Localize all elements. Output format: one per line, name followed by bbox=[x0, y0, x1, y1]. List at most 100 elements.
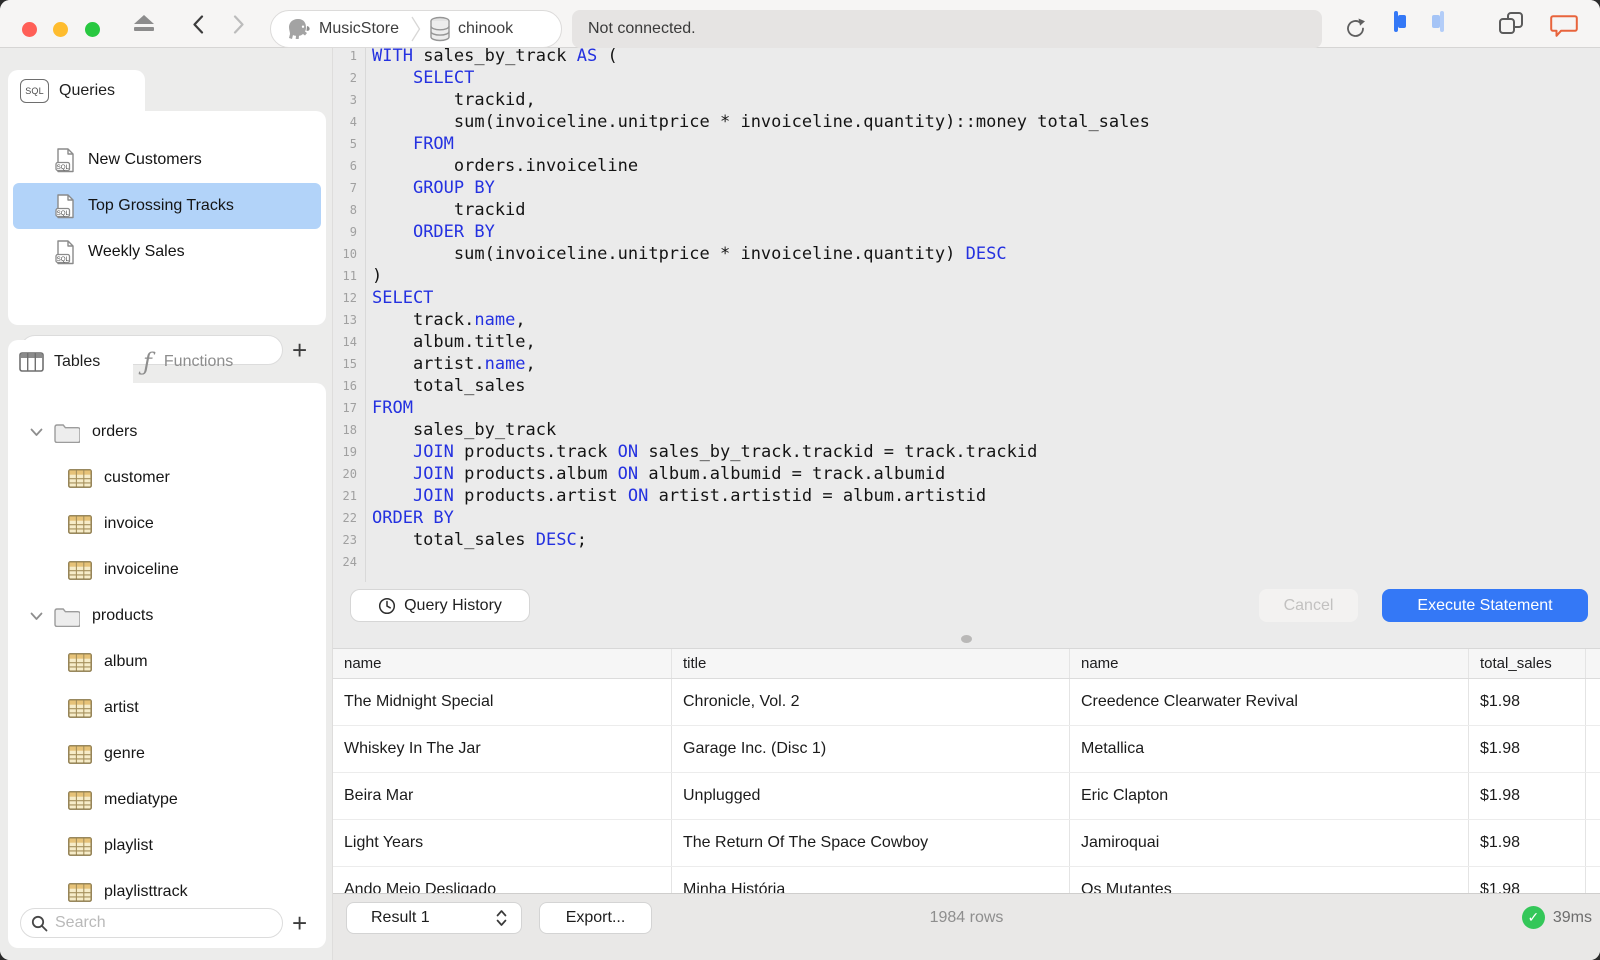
code-line: SELECT bbox=[372, 288, 434, 308]
tab-queries[interactable]: SQL Queries bbox=[8, 70, 145, 111]
success-check-icon: ✓ bbox=[1521, 906, 1545, 929]
execute-label: Execute Statement bbox=[1417, 596, 1553, 614]
table-cell[interactable]: $1.98 bbox=[1468, 867, 1585, 893]
add-table-button[interactable]: + bbox=[292, 910, 307, 936]
tree-table-item[interactable]: customer bbox=[8, 455, 326, 501]
line-number: 18 bbox=[342, 423, 357, 437]
toggle-left-sidebar-icon[interactable] bbox=[1394, 11, 1406, 32]
cancel-button[interactable]: Cancel bbox=[1259, 589, 1358, 622]
tree-table-item[interactable]: invoiceline bbox=[8, 547, 326, 593]
expand-chevron[interactable] bbox=[30, 612, 43, 621]
zoom-window-button[interactable] bbox=[85, 22, 100, 37]
query-item[interactable]: SQL Weekly Sales bbox=[13, 229, 321, 275]
sql-file-icon: SQL bbox=[55, 193, 74, 218]
cancel-label: Cancel bbox=[1283, 596, 1334, 614]
tree-table-item[interactable]: album bbox=[8, 639, 326, 685]
feedback-chat-icon[interactable] bbox=[1550, 15, 1578, 37]
code-line: total_sales bbox=[372, 376, 526, 396]
line-number: 23 bbox=[342, 533, 357, 547]
table-cell[interactable]: Creedence Clearwater Revival bbox=[1069, 679, 1468, 725]
table-cell[interactable]: Metallica bbox=[1069, 726, 1468, 772]
code-line: FROM bbox=[412, 134, 454, 154]
editor-results-splitter[interactable] bbox=[333, 630, 1600, 648]
query-history-button[interactable]: Query History bbox=[350, 589, 530, 622]
breadcrumb-connection-label[interactable]: MusicStore bbox=[319, 20, 399, 38]
table-cell[interactable]: Beira Mar bbox=[333, 773, 671, 819]
toggle-right-sidebar-icon[interactable] bbox=[1432, 11, 1444, 32]
minimize-window-button[interactable] bbox=[53, 22, 68, 37]
line-number: 14 bbox=[342, 335, 357, 349]
table-cell[interactable] bbox=[1585, 773, 1600, 819]
tree-item-label: invoice bbox=[104, 515, 154, 532]
forward-button[interactable] bbox=[233, 15, 245, 34]
column-header[interactable]: name bbox=[1069, 649, 1468, 678]
eject-icon[interactable] bbox=[134, 15, 156, 33]
table-cell[interactable]: Chronicle, Vol. 2 bbox=[671, 679, 1069, 725]
table-cell[interactable]: Os Mutantes bbox=[1069, 867, 1468, 893]
tables-search-field[interactable] bbox=[20, 908, 283, 938]
back-button[interactable] bbox=[192, 15, 204, 34]
table-row[interactable]: Whiskey In The Jar Garage Inc. (Disc 1) Me… bbox=[333, 726, 1600, 773]
table-cell[interactable] bbox=[1585, 726, 1600, 772]
column-header[interactable]: title bbox=[671, 649, 1069, 678]
add-query-button[interactable]: + bbox=[292, 337, 307, 363]
table-cell[interactable] bbox=[1585, 820, 1600, 866]
tree-table-item[interactable]: mediatype bbox=[8, 777, 326, 823]
column-header[interactable] bbox=[1585, 649, 1600, 678]
table-cell[interactable]: Minha História bbox=[671, 867, 1069, 893]
refresh-icon[interactable] bbox=[1344, 17, 1367, 40]
breadcrumb-database-label[interactable]: chinook bbox=[458, 20, 513, 38]
table-cell[interactable]: The Return Of The Space Cowboy bbox=[671, 820, 1069, 866]
tree-table-item[interactable]: genre bbox=[8, 731, 326, 777]
sql-editor[interactable]: WITH sales_by_track AS ( SELECT trackid,… bbox=[372, 45, 1150, 573]
line-number: 19 bbox=[342, 445, 357, 459]
column-header[interactable]: name bbox=[333, 649, 671, 678]
table-cell[interactable]: $1.98 bbox=[1468, 820, 1585, 866]
tree-table-item[interactable]: artist bbox=[8, 685, 326, 731]
table-cell[interactable]: $1.98 bbox=[1468, 679, 1585, 725]
tree-table-item[interactable]: invoice bbox=[8, 501, 326, 547]
table-cell[interactable]: $1.98 bbox=[1468, 726, 1585, 772]
table-row[interactable]: Light Years The Return Of The Space Cowbo… bbox=[333, 820, 1600, 867]
query-item[interactable]: SQL Top Grossing Tracks bbox=[13, 183, 321, 229]
table-icon bbox=[68, 514, 92, 534]
line-number: 7 bbox=[349, 181, 357, 195]
tab-functions[interactable]: ƒ Functions bbox=[143, 340, 233, 383]
tree-table-item[interactable]: playlist bbox=[8, 823, 326, 869]
column-header[interactable]: total_sales bbox=[1468, 649, 1585, 678]
tables-search-input[interactable] bbox=[55, 914, 255, 932]
query-item-label: Weekly Sales bbox=[88, 243, 185, 260]
expand-chevron[interactable] bbox=[30, 428, 43, 437]
execute-statement-button[interactable]: Execute Statement bbox=[1382, 589, 1588, 622]
svg-text:SQL: SQL bbox=[57, 255, 70, 262]
folder-icon bbox=[54, 423, 80, 443]
table-cell[interactable]: Ando Meio Desligado bbox=[333, 867, 671, 893]
tree-schema-item[interactable]: orders bbox=[8, 409, 326, 455]
table-row[interactable]: Beira Mar Unplugged Eric Clapton $1.98 bbox=[333, 773, 1600, 820]
table-cell[interactable]: Jamiroquai bbox=[1069, 820, 1468, 866]
tree-schema-item[interactable]: products bbox=[8, 593, 326, 639]
tree-item-label: playlisttrack bbox=[104, 883, 188, 900]
query-item-label: New Customers bbox=[88, 151, 202, 168]
table-cell[interactable]: $1.98 bbox=[1468, 773, 1585, 819]
table-row[interactable]: Ando Meio Desligado Minha História Os Muta… bbox=[333, 867, 1600, 893]
query-item[interactable]: SQL New Customers bbox=[13, 137, 321, 183]
table-cell[interactable]: Light Years bbox=[333, 820, 671, 866]
tree-item-label: customer bbox=[104, 469, 170, 486]
table-cell[interactable] bbox=[1585, 867, 1600, 893]
table-cell[interactable]: Garage Inc. (Disc 1) bbox=[671, 726, 1069, 772]
table-cell[interactable]: Unplugged bbox=[671, 773, 1069, 819]
splitter-handle[interactable] bbox=[961, 635, 972, 643]
clock-icon bbox=[378, 597, 396, 615]
table-cell[interactable] bbox=[1585, 679, 1600, 725]
table-row[interactable]: The Midnight Special Chronicle, Vol. 2 Cre… bbox=[333, 679, 1600, 726]
close-window-button[interactable] bbox=[22, 22, 37, 37]
table-cell[interactable]: Whiskey In The Jar bbox=[333, 726, 671, 772]
tab-queries-label: Queries bbox=[59, 81, 116, 99]
code-line: FROM bbox=[372, 398, 413, 418]
table-cell[interactable]: The Midnight Special bbox=[333, 679, 671, 725]
folder-icon bbox=[54, 607, 80, 627]
tab-tables[interactable]: Tables bbox=[8, 340, 133, 383]
line-number: 15 bbox=[342, 357, 357, 371]
table-cell[interactable]: Eric Clapton bbox=[1069, 773, 1468, 819]
